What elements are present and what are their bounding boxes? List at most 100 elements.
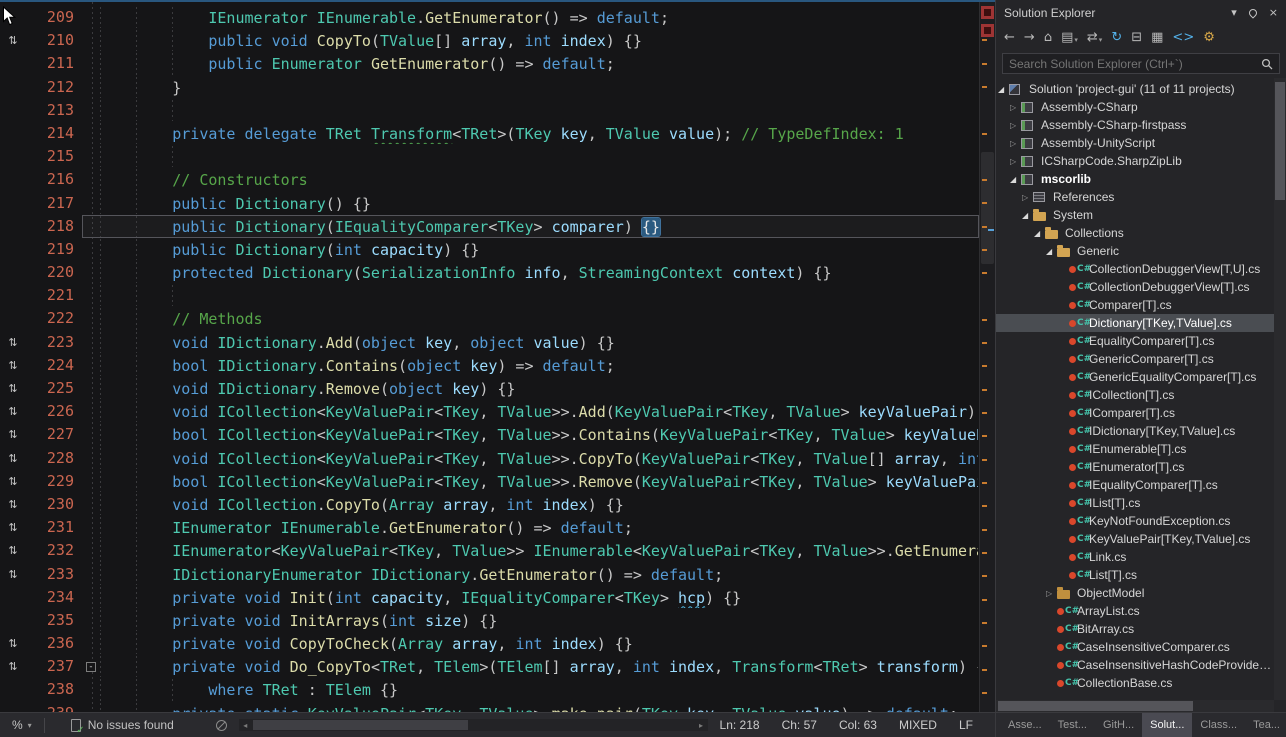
tool-window-tab[interactable]: Solut... [1142, 713, 1192, 737]
explorer-vertical-scrollbar[interactable] [1274, 78, 1286, 700]
code-line[interactable]: ⇅236 private void CopyToCheck(Array arra… [0, 632, 979, 655]
scrollbar-thumb[interactable] [998, 701, 1193, 711]
code-line[interactable]: 213 [0, 99, 979, 122]
code-line[interactable]: 218 public Dictionary(IEqualityComparer<… [0, 215, 979, 238]
tool-window-tab[interactable]: Tea... [1245, 713, 1286, 737]
scrollbar-thumb[interactable] [981, 152, 994, 264]
gutter-nav-icon[interactable]: ⇅ [0, 423, 26, 446]
tree-item[interactable]: C#EqualityComparer[T].cs [996, 332, 1286, 350]
gutter-nav-icon[interactable]: ⇅ [0, 563, 26, 586]
search-input[interactable] [1009, 57, 1261, 71]
tool-window-tab[interactable]: GitH... [1095, 713, 1142, 737]
code-line[interactable]: ⇅237- private void Do_CopyTo<TRet, TElem… [0, 655, 979, 678]
collapse-all-icon[interactable]: ⊟ [1131, 31, 1142, 45]
code-line[interactable]: 235 private void InitArrays(int size) {} [0, 609, 979, 632]
show-all-files-icon[interactable]: ▦ [1151, 31, 1163, 45]
expand-arrow[interactable]: ◢ [1034, 229, 1045, 238]
tree-item[interactable]: C#KeyNotFoundException.cs [996, 512, 1286, 530]
code-line[interactable]: 238 where TRet : TElem {} [0, 678, 979, 701]
expand-arrow[interactable]: ◢ [1046, 247, 1057, 256]
expand-arrow[interactable]: ▷ [1010, 157, 1021, 166]
tree-item[interactable]: C#IEnumerable[T].cs [996, 440, 1286, 458]
code-line[interactable]: ⇅232 IEnumerator<KeyValuePair<TKey, TVal… [0, 539, 979, 562]
search-box[interactable] [1002, 53, 1280, 74]
code-line[interactable]: ⇅226 void ICollection<KeyValuePair<TKey,… [0, 400, 979, 423]
gutter-nav-icon[interactable]: ⇅ [0, 632, 26, 655]
code-line[interactable]: ⇅225 void IDictionary.Remove(object key)… [0, 377, 979, 400]
tree-item[interactable]: C#CollectionBase.cs [996, 674, 1286, 692]
code-line[interactable]: 220 protected Dictionary(SerializationIn… [0, 261, 979, 284]
tree-item[interactable]: C#CaseInsensitiveHashCodeProvider.cs [996, 656, 1286, 674]
expand-arrow[interactable]: ▷ [1010, 139, 1021, 148]
gutter-nav-icon[interactable]: ⇅ [0, 516, 26, 539]
code-line[interactable]: ⇅224 bool IDictionary.Contains(object ke… [0, 354, 979, 377]
code-line[interactable]: ⇅231 IEnumerator IEnumerable.GetEnumerat… [0, 516, 979, 539]
gutter-nav-icon[interactable]: ⇅ [0, 447, 26, 470]
refresh-icon[interactable]: ↻ [1111, 31, 1122, 45]
code-line[interactable]: 215 [0, 145, 979, 168]
code-line[interactable]: 217 public Dictionary() {} [0, 192, 979, 215]
tree-item[interactable]: C#List[T].cs [996, 566, 1286, 584]
tree-item[interactable]: C#CaseInsensitiveComparer.cs [996, 638, 1286, 656]
gutter-nav-icon[interactable]: ⇅ [0, 331, 26, 354]
code-line[interactable]: 219 public Dictionary(int capacity) {} [0, 238, 979, 261]
tree-item[interactable]: C#IComparer[T].cs [996, 404, 1286, 422]
code-line[interactable]: ⇅223 void IDictionary.Add(object key, ob… [0, 331, 979, 354]
tree-item[interactable]: ▷Assembly-CSharp [996, 98, 1286, 116]
code-line[interactable]: 221 [0, 284, 979, 307]
tree-item[interactable]: C#BitArray.cs [996, 620, 1286, 638]
tree-item[interactable]: ◢Collections [996, 224, 1286, 242]
gutter-nav-icon[interactable]: ⇅ [0, 377, 26, 400]
scroll-right-icon[interactable]: ▸ [695, 721, 708, 730]
home-icon[interactable]: ⌂ [1044, 31, 1052, 45]
search-icon[interactable] [1261, 58, 1273, 70]
editor-horizontal-scrollbar[interactable]: ◂ ▸ [239, 719, 708, 731]
filter-icon[interactable]: ▤▾ [1061, 31, 1078, 45]
forward-icon[interactable]: → [1024, 31, 1035, 45]
expand-arrow[interactable]: ▷ [1046, 589, 1057, 598]
tree-item[interactable]: C#IEnumerator[T].cs [996, 458, 1286, 476]
code-line[interactable]: 216 // Constructors [0, 168, 979, 191]
tree-item[interactable]: C#CollectionDebuggerView[T].cs [996, 278, 1286, 296]
expand-arrow[interactable]: ▷ [1010, 103, 1021, 112]
tree-item[interactable]: C#ArrayList.cs [996, 602, 1286, 620]
expand-arrow[interactable]: ◢ [1010, 175, 1021, 184]
code-line[interactable]: 209 IEnumerator IEnumerable.GetEnumerato… [0, 6, 979, 29]
tree-item[interactable]: C#Dictionary[TKey,TValue].cs [996, 314, 1286, 332]
tree-item[interactable]: C#ICollection[T].cs [996, 386, 1286, 404]
code-line[interactable]: ⇅210 public void CopyTo(TValue[] array, … [0, 29, 979, 52]
chevron-down-icon[interactable]: ▾ [1231, 6, 1237, 19]
tree-item[interactable]: ▷Assembly-CSharp-firstpass [996, 116, 1286, 134]
gutter-nav-icon[interactable]: ⇅ [0, 354, 26, 377]
tree-item[interactable]: ◢System [996, 206, 1286, 224]
code-line[interactable]: ⇅233 IDictionaryEnumerator IDictionary.G… [0, 563, 979, 586]
tree-item[interactable]: C#GenericEqualityComparer[T].cs [996, 368, 1286, 386]
code-line[interactable]: ⇅229 bool ICollection<KeyValuePair<TKey,… [0, 470, 979, 493]
tree-item[interactable]: ◢mscorlib [996, 170, 1286, 188]
tool-window-tab[interactable]: Class... [1192, 713, 1245, 737]
pin-icon[interactable] [1247, 7, 1258, 18]
gutter-nav-icon[interactable]: ⇅ [0, 539, 26, 562]
back-icon[interactable]: ← [1004, 31, 1015, 45]
tool-window-tab[interactable]: Asse... [1000, 713, 1050, 737]
sync-with-active-document-icon[interactable]: ⇄▾ [1087, 31, 1102, 45]
code-line[interactable]: 211 public Enumerator GetEnumerator() =>… [0, 52, 979, 75]
properties-icon[interactable]: ⚙ [1203, 31, 1215, 45]
code-health-indicator[interactable]: ✓ No issues found [71, 718, 174, 732]
fold-collapse-icon[interactable]: - [86, 662, 96, 672]
close-icon[interactable]: × [1269, 6, 1278, 19]
tree-item[interactable]: C#KeyValuePair[TKey,TValue].cs [996, 530, 1286, 548]
code-line[interactable]: ⇅230 void ICollection.CopyTo(Array array… [0, 493, 979, 516]
tree-item[interactable]: C#Link.cs [996, 548, 1286, 566]
zoom-control[interactable]: % ▾ [0, 718, 44, 732]
code-area[interactable]: 209 IEnumerator IEnumerable.GetEnumerato… [0, 6, 979, 712]
expand-arrow[interactable]: ◢ [998, 85, 1009, 94]
editor-pane[interactable]: 209 IEnumerator IEnumerable.GetEnumerato… [0, 0, 995, 712]
expand-arrow[interactable]: ▷ [1010, 121, 1021, 130]
gutter-nav-icon[interactable]: ⇅ [0, 29, 26, 52]
tree-item[interactable]: C#CollectionDebuggerView[T,U].cs [996, 260, 1286, 278]
tree-item[interactable]: C#GenericComparer[T].cs [996, 350, 1286, 368]
tree-item[interactable]: C#IList[T].cs [996, 494, 1286, 512]
tool-window-tab[interactable]: Test... [1050, 713, 1095, 737]
tree-item[interactable]: ▷References [996, 188, 1286, 206]
